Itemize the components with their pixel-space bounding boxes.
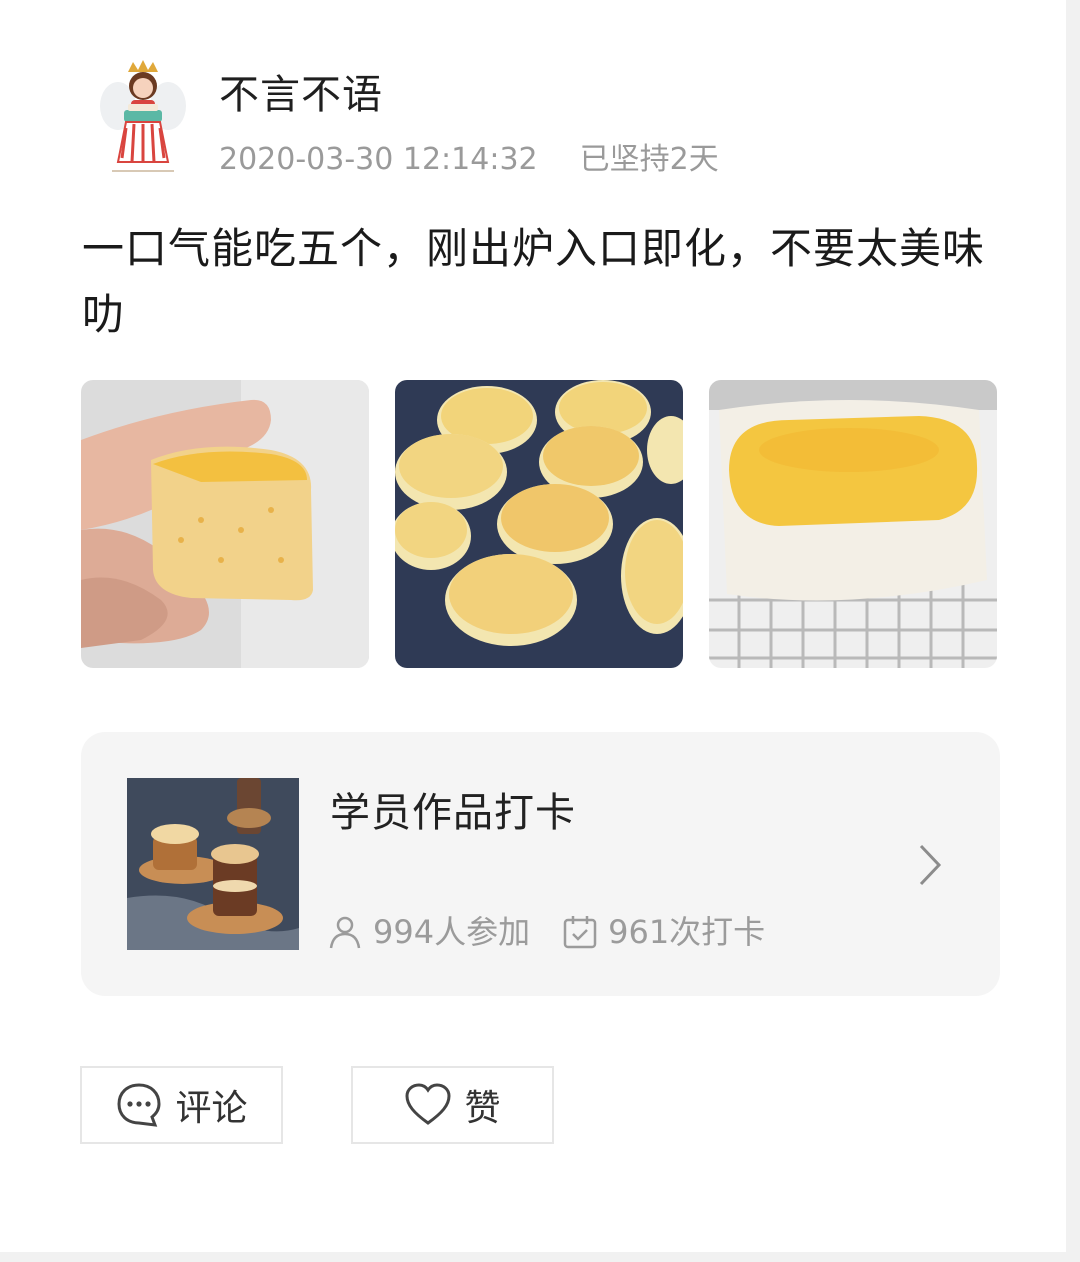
post-timestamp: 2020-03-30 12:14:32 — [219, 142, 538, 177]
checkins-count: 961次打卡 — [608, 913, 766, 951]
post-meta: 2020-03-30 12:14:32 已坚持2天 — [219, 140, 719, 180]
challenge-stats: 994人参加 961次打卡 — [327, 910, 765, 954]
streak-badge: 已坚持2天 — [579, 142, 719, 177]
challenge-card[interactable]: 学员作品打卡 994人参加 961次打卡 — [81, 732, 1000, 996]
comment-label: 评论 — [175, 1088, 248, 1129]
bottom-divider — [0, 1252, 1080, 1262]
comment-button[interactable]: 评论 — [80, 1066, 283, 1144]
calendar-check-icon — [563, 916, 597, 949]
heart-icon — [405, 1083, 451, 1125]
comment-bubble-icon — [117, 1083, 161, 1127]
like-label: 赞 — [464, 1088, 501, 1129]
participants-stat: 994人参加 — [327, 910, 530, 954]
avatar[interactable] — [98, 58, 188, 178]
participants-count: 994人参加 — [373, 913, 531, 951]
username[interactable]: 不言不语 — [219, 70, 383, 120]
chevron-right-icon[interactable] — [915, 840, 945, 890]
photo-cake-held-in-hand[interactable] — [81, 380, 369, 668]
challenge-thumbnail — [127, 778, 299, 950]
photo-cake-in-paper-cup[interactable] — [709, 380, 997, 668]
checkins-stat: 961次打卡 — [562, 910, 765, 954]
challenge-title: 学员作品打卡 — [330, 790, 576, 836]
like-button[interactable]: 赞 — [351, 1066, 554, 1144]
person-icon — [329, 916, 361, 949]
side-gutter — [1066, 0, 1080, 1262]
photo-cakes-on-tray[interactable] — [395, 380, 683, 668]
post-text: 一口气能吃五个，刚出炉入口即化，不要太美味叻 — [82, 224, 986, 339]
